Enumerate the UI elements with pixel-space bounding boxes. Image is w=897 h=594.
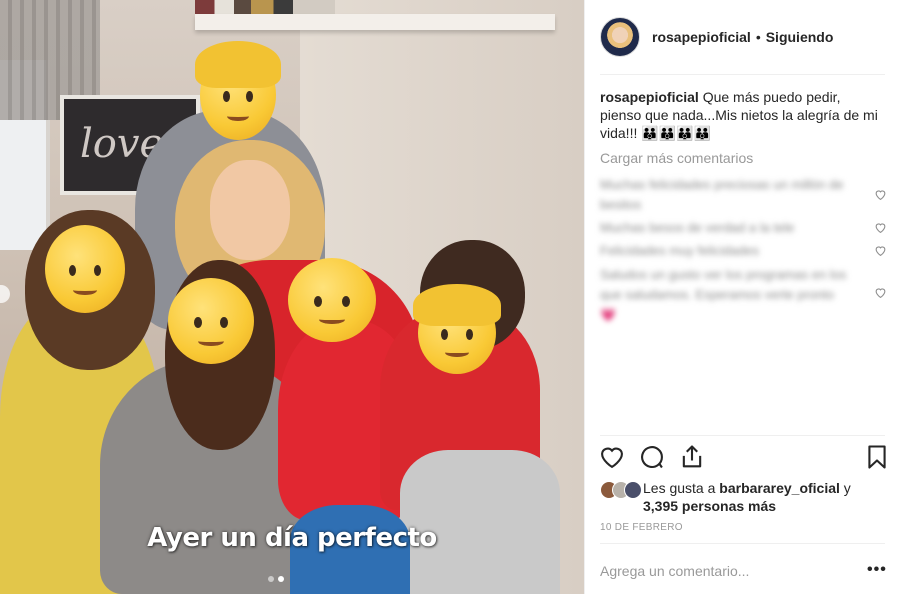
post-date[interactable]: 10 DE FEBRERO (600, 522, 683, 533)
header-divider (600, 74, 885, 75)
comment-like-icon[interactable] (874, 221, 887, 234)
comment-item: Saludos un gusto ver los programas en lo… (600, 267, 847, 322)
likes-row: Les gusta a barbararey_oficial y 3,395 p… (600, 479, 885, 515)
girl-emoji-face (33, 214, 137, 325)
avatar (624, 481, 642, 499)
following-button[interactable]: Siguiendo (766, 29, 834, 45)
comment-divider (600, 543, 885, 544)
post-photo[interactable]: love Ayer un día perfecto (0, 0, 584, 594)
comment-icon[interactable] (638, 443, 666, 471)
post-caption: rosapepioficial Que más puedo pedir, pie… (600, 88, 885, 142)
comment-item: Muchas besos de verdad a la tele (600, 220, 795, 235)
boy-emoji-face (195, 41, 281, 140)
pajama-legs (400, 450, 560, 594)
carousel-dot (268, 576, 274, 582)
comment-like-icon[interactable] (874, 244, 887, 257)
boy-emoji-face (413, 283, 501, 374)
carousel-dot-active (278, 576, 284, 582)
avatar[interactable] (600, 17, 640, 57)
woman-face (210, 160, 290, 260)
carousel-indicator (268, 576, 284, 582)
comment-item: Muchas felicidades preciosas un millón d… (600, 177, 844, 212)
post-header: rosapepioficial • Siguiendo (585, 0, 897, 74)
post-side-panel: rosapepioficial • Siguiendo rosapepiofic… (584, 0, 897, 594)
shelf (195, 14, 555, 30)
comment-like-icon[interactable] (874, 188, 887, 201)
bookmark-icon[interactable] (863, 443, 891, 471)
add-comment-input[interactable]: Agrega un comentario... (600, 563, 749, 579)
comment-item: Felicidades muy felicidades (600, 243, 759, 258)
heart-icon[interactable] (598, 443, 626, 471)
header-username[interactable]: rosapepioficial (652, 29, 751, 45)
girl-emoji-face (155, 267, 267, 376)
share-icon[interactable] (678, 443, 706, 471)
likes-count[interactable]: 3,395 personas más (643, 498, 776, 514)
likes-connector: y (843, 480, 851, 496)
post-actions (598, 443, 888, 473)
more-options-button[interactable]: ••• (867, 561, 887, 579)
caption-username[interactable]: rosapepioficial (600, 89, 699, 105)
carousel-prev-button[interactable] (0, 285, 10, 303)
photo-caption-overlay: Ayer un día perfecto (147, 523, 437, 553)
liker-username[interactable]: barbararey_oficial (719, 480, 840, 496)
load-more-comments-button[interactable]: Cargar más comentarios (600, 150, 753, 166)
comment-like-icon[interactable] (874, 286, 887, 299)
baby-emoji-face (288, 258, 376, 342)
header-separator: • (755, 29, 761, 45)
actions-divider (600, 435, 885, 436)
liker-avatars[interactable] (600, 481, 654, 499)
